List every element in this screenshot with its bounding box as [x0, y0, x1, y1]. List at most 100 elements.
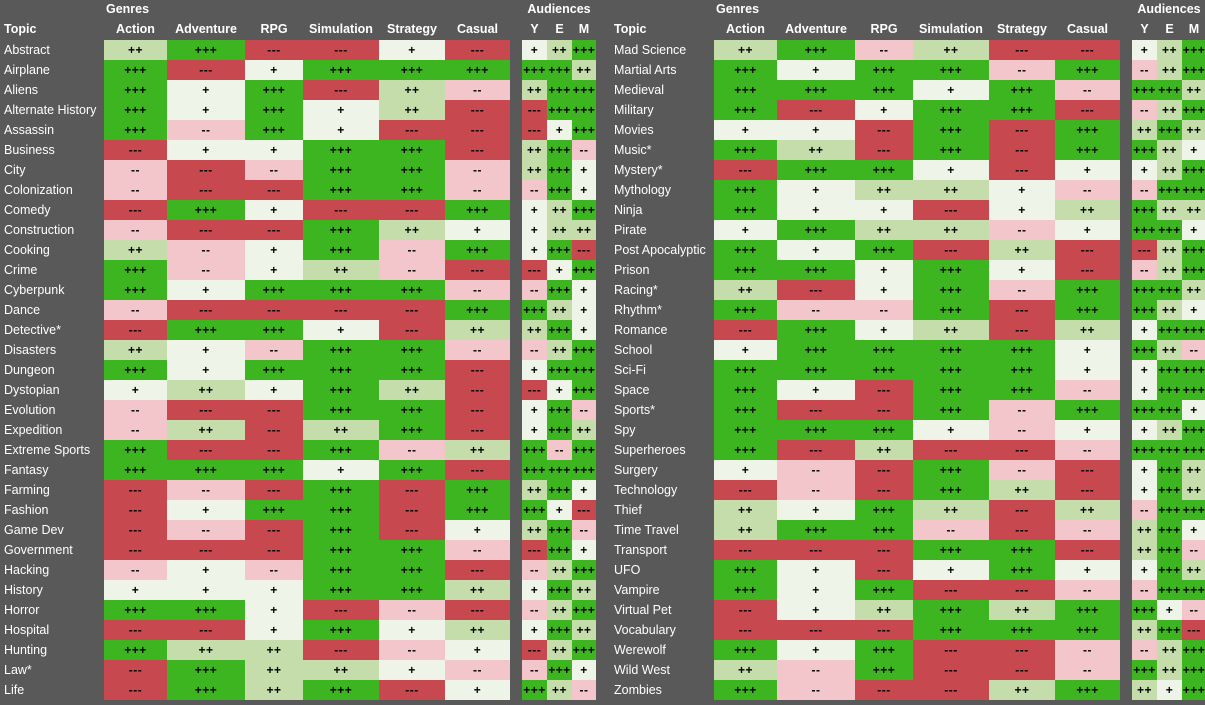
topic-label[interactable]: Expedition [0, 420, 104, 440]
matrix-cell[interactable]: +++ [547, 580, 572, 600]
matrix-cell[interactable]: + [522, 400, 547, 420]
matrix-cell[interactable]: ++ [379, 80, 445, 100]
matrix-cell[interactable]: +++ [1157, 400, 1182, 420]
matrix-cell[interactable]: +++ [1055, 620, 1120, 640]
matrix-cell[interactable]: + [303, 100, 379, 120]
matrix-cell[interactable]: --- [714, 320, 777, 340]
topic-label[interactable]: Pirate [610, 220, 714, 240]
topic-label[interactable]: Life [0, 680, 104, 700]
matrix-cell[interactable]: +++ [1182, 60, 1205, 80]
matrix-cell[interactable]: ++ [989, 680, 1055, 700]
matrix-cell[interactable]: +++ [714, 60, 777, 80]
matrix-cell[interactable]: + [1055, 220, 1120, 240]
matrix-cell[interactable]: +++ [989, 80, 1055, 100]
matrix-cell[interactable]: +++ [379, 280, 445, 300]
matrix-cell[interactable]: +++ [303, 480, 379, 500]
matrix-cell[interactable]: ++ [855, 220, 913, 240]
topic-label[interactable]: Thief [610, 500, 714, 520]
topic-label[interactable]: Time Travel [610, 520, 714, 540]
matrix-cell[interactable]: --- [1055, 480, 1120, 500]
matrix-cell[interactable]: ++ [522, 80, 547, 100]
matrix-cell[interactable]: -- [572, 400, 597, 420]
topic-label[interactable]: Dystopian [0, 380, 104, 400]
matrix-cell[interactable]: +++ [547, 540, 572, 560]
matrix-cell[interactable]: -- [167, 240, 245, 260]
matrix-cell[interactable]: --- [445, 600, 510, 620]
matrix-cell[interactable]: --- [855, 460, 913, 480]
matrix-cell[interactable]: +++ [104, 80, 167, 100]
matrix-cell[interactable]: -- [104, 560, 167, 580]
matrix-cell[interactable]: --- [445, 40, 510, 60]
matrix-cell[interactable]: ++ [989, 240, 1055, 260]
matrix-cell[interactable]: -- [522, 280, 547, 300]
column-header-adventure[interactable]: Adventure [167, 18, 245, 40]
matrix-cell[interactable]: + [167, 280, 245, 300]
matrix-cell[interactable]: +++ [572, 600, 597, 620]
topic-label[interactable]: Sports* [610, 400, 714, 420]
matrix-cell[interactable]: +++ [855, 80, 913, 100]
topic-label[interactable]: Romance [610, 320, 714, 340]
matrix-cell[interactable]: --- [855, 540, 913, 560]
topic-label[interactable]: Superheroes [610, 440, 714, 460]
matrix-cell[interactable]: +++ [1157, 220, 1182, 240]
matrix-cell[interactable]: ++ [104, 240, 167, 260]
matrix-cell[interactable]: + [855, 280, 913, 300]
matrix-cell[interactable]: ++ [522, 520, 547, 540]
matrix-cell[interactable]: + [913, 420, 989, 440]
matrix-cell[interactable]: --- [245, 300, 303, 320]
matrix-cell[interactable]: ++ [855, 600, 913, 620]
matrix-cell[interactable]: --- [379, 200, 445, 220]
matrix-cell[interactable]: -- [445, 540, 510, 560]
matrix-cell[interactable]: + [445, 680, 510, 700]
matrix-cell[interactable]: +++ [167, 660, 245, 680]
matrix-cell[interactable]: +++ [855, 60, 913, 80]
matrix-cell[interactable]: +++ [445, 60, 510, 80]
matrix-cell[interactable]: +++ [1132, 220, 1157, 240]
matrix-cell[interactable]: -- [855, 40, 913, 60]
matrix-cell[interactable]: ++ [1157, 300, 1182, 320]
matrix-cell[interactable]: +++ [855, 160, 913, 180]
topic-label[interactable]: Disasters [0, 340, 104, 360]
matrix-cell[interactable]: ++ [913, 220, 989, 240]
matrix-cell[interactable]: ++ [714, 660, 777, 680]
matrix-cell[interactable]: +++ [572, 640, 597, 660]
matrix-cell[interactable]: -- [1055, 80, 1120, 100]
matrix-cell[interactable]: +++ [104, 360, 167, 380]
matrix-cell[interactable]: + [1132, 420, 1157, 440]
matrix-cell[interactable]: +++ [1055, 120, 1120, 140]
matrix-cell[interactable]: -- [104, 180, 167, 200]
matrix-cell[interactable]: -- [1132, 100, 1157, 120]
matrix-cell[interactable]: + [245, 200, 303, 220]
matrix-cell[interactable]: -- [572, 520, 597, 540]
matrix-cell[interactable]: + [913, 160, 989, 180]
matrix-cell[interactable]: + [167, 100, 245, 120]
matrix-cell[interactable]: + [855, 100, 913, 120]
matrix-cell[interactable]: --- [104, 680, 167, 700]
matrix-cell[interactable]: --- [714, 160, 777, 180]
topic-label[interactable]: Horror [0, 600, 104, 620]
matrix-cell[interactable]: --- [913, 640, 989, 660]
matrix-cell[interactable]: --- [777, 100, 855, 120]
topic-label[interactable]: Business [0, 140, 104, 160]
matrix-cell[interactable]: +++ [379, 460, 445, 480]
matrix-cell[interactable]: -- [167, 120, 245, 140]
matrix-cell[interactable]: ++ [1055, 320, 1120, 340]
matrix-cell[interactable]: +++ [522, 500, 547, 520]
matrix-cell[interactable]: ++ [547, 200, 572, 220]
matrix-cell[interactable]: +++ [1132, 300, 1157, 320]
matrix-cell[interactable]: + [303, 120, 379, 140]
matrix-cell[interactable]: -- [777, 660, 855, 680]
matrix-cell[interactable]: +++ [1182, 680, 1205, 700]
matrix-cell[interactable]: + [714, 340, 777, 360]
matrix-cell[interactable]: --- [913, 240, 989, 260]
matrix-cell[interactable]: -- [104, 220, 167, 240]
column-header-strategy[interactable]: Strategy [989, 18, 1055, 40]
topic-label[interactable]: Hacking [0, 560, 104, 580]
matrix-cell[interactable]: +++ [1132, 660, 1157, 680]
matrix-cell[interactable]: -- [989, 420, 1055, 440]
topic-label[interactable]: Fantasy [0, 460, 104, 480]
matrix-cell[interactable]: --- [989, 140, 1055, 160]
matrix-cell[interactable]: --- [303, 640, 379, 660]
matrix-cell[interactable]: + [379, 620, 445, 640]
matrix-cell[interactable]: -- [104, 160, 167, 180]
